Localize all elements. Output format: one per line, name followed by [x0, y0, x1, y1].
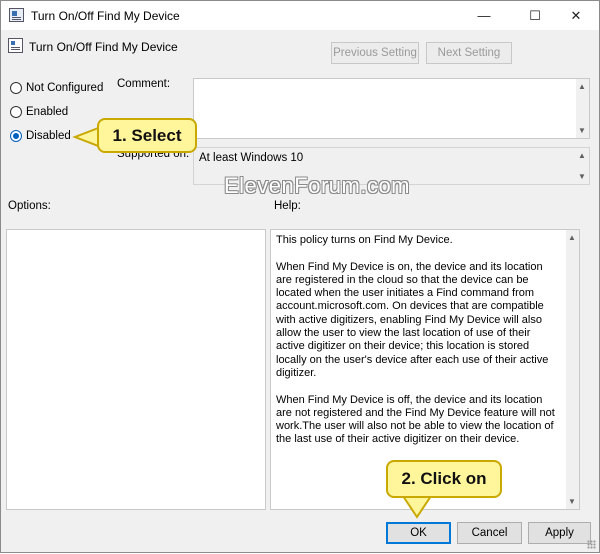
callout-click-on: 2. Click on [386, 460, 502, 498]
policy-dialog: Turn On/Off Find My Device — ☐ ✕ Turn On… [0, 0, 600, 553]
watermark: ElevenForum.com [224, 173, 411, 198]
callout-pointers [72, 125, 435, 519]
callout-select: 1. Select [97, 118, 197, 153]
